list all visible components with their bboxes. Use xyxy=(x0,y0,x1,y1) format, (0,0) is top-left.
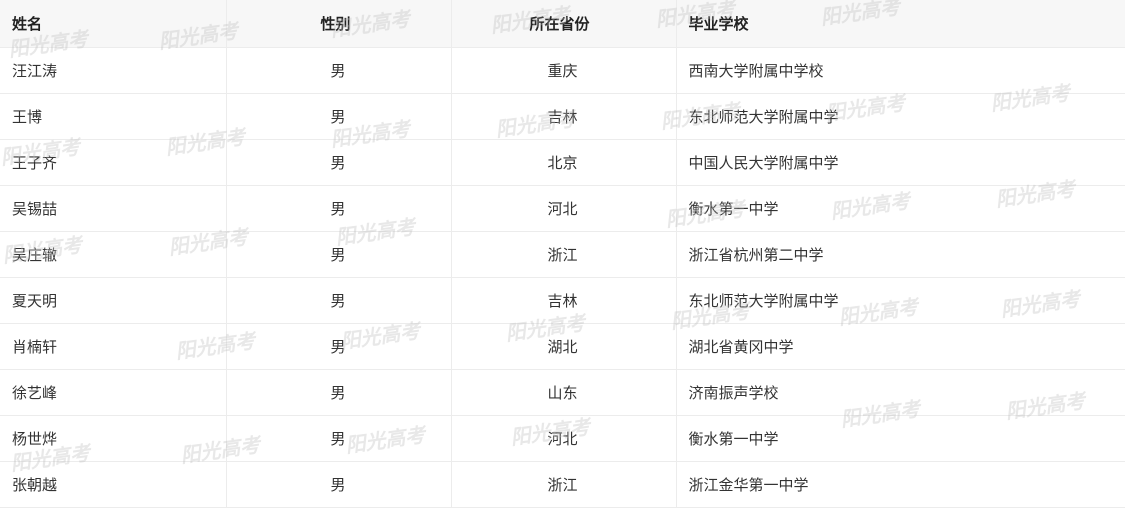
cell-province: 吉林 xyxy=(450,276,677,324)
cell-gender: 男 xyxy=(225,460,452,508)
cell-school: 东北师范大学附属中学 xyxy=(675,276,1125,324)
cell-province: 浙江 xyxy=(450,230,677,278)
cell-school: 浙江省杭州第二中学 xyxy=(675,230,1125,278)
cell-province: 河北 xyxy=(450,184,677,232)
student-table: 姓名 性别 所在省份 毕业学校 汪江涛 男 重庆 西南大学附属中学校 王博 男 … xyxy=(0,0,1125,508)
cell-name: 吴庄辙 xyxy=(0,230,227,278)
cell-name: 王博 xyxy=(0,92,227,140)
cell-school: 中国人民大学附属中学 xyxy=(675,138,1125,186)
cell-province: 山东 xyxy=(450,368,677,416)
cell-gender: 男 xyxy=(225,414,452,462)
header-province: 所在省份 xyxy=(450,0,677,48)
table-header-row: 姓名 性别 所在省份 毕业学校 xyxy=(0,0,1125,48)
cell-school: 西南大学附属中学校 xyxy=(675,46,1125,94)
cell-gender: 男 xyxy=(225,276,452,324)
table-row: 王子齐 男 北京 中国人民大学附属中学 xyxy=(0,138,1125,186)
cell-school: 衡水第一中学 xyxy=(675,184,1125,232)
header-school: 毕业学校 xyxy=(675,0,1125,48)
cell-province: 重庆 xyxy=(450,46,677,94)
table-row: 张朝越 男 浙江 浙江金华第一中学 xyxy=(0,460,1125,508)
header-gender: 性别 xyxy=(225,0,452,48)
cell-gender: 男 xyxy=(225,184,452,232)
cell-gender: 男 xyxy=(225,322,452,370)
cell-school: 济南振声学校 xyxy=(675,368,1125,416)
student-table-container: 姓名 性别 所在省份 毕业学校 汪江涛 男 重庆 西南大学附属中学校 王博 男 … xyxy=(0,0,1125,518)
table-row: 徐艺峰 男 山东 济南振声学校 xyxy=(0,368,1125,416)
cell-name: 肖楠轩 xyxy=(0,322,227,370)
cell-gender: 男 xyxy=(225,46,452,94)
cell-province: 北京 xyxy=(450,138,677,186)
table-row: 夏天明 男 吉林 东北师范大学附属中学 xyxy=(0,276,1125,324)
cell-gender: 男 xyxy=(225,138,452,186)
table-row: 王博 男 吉林 东北师范大学附属中学 xyxy=(0,92,1125,140)
cell-school: 浙江金华第一中学 xyxy=(675,460,1125,508)
cell-name: 汪江涛 xyxy=(0,46,227,94)
table-row: 杨世烨 男 河北 衡水第一中学 xyxy=(0,414,1125,462)
header-name: 姓名 xyxy=(0,0,227,48)
cell-province: 河北 xyxy=(450,414,677,462)
cell-gender: 男 xyxy=(225,92,452,140)
table-row: 肖楠轩 男 湖北 湖北省黄冈中学 xyxy=(0,322,1125,370)
table-row: 吴锡喆 男 河北 衡水第一中学 xyxy=(0,184,1125,232)
cell-name: 王子齐 xyxy=(0,138,227,186)
cell-province: 浙江 xyxy=(450,460,677,508)
cell-province: 湖北 xyxy=(450,322,677,370)
cell-name: 吴锡喆 xyxy=(0,184,227,232)
cell-name: 夏天明 xyxy=(0,276,227,324)
table-row: 汪江涛 男 重庆 西南大学附属中学校 xyxy=(0,46,1125,94)
cell-school: 东北师范大学附属中学 xyxy=(675,92,1125,140)
cell-gender: 男 xyxy=(225,230,452,278)
cell-school: 衡水第一中学 xyxy=(675,414,1125,462)
cell-name: 杨世烨 xyxy=(0,414,227,462)
cell-name: 张朝越 xyxy=(0,460,227,508)
cell-gender: 男 xyxy=(225,368,452,416)
cell-name: 徐艺峰 xyxy=(0,368,227,416)
cell-school: 湖北省黄冈中学 xyxy=(675,322,1125,370)
table-row: 吴庄辙 男 浙江 浙江省杭州第二中学 xyxy=(0,230,1125,278)
cell-province: 吉林 xyxy=(450,92,677,140)
